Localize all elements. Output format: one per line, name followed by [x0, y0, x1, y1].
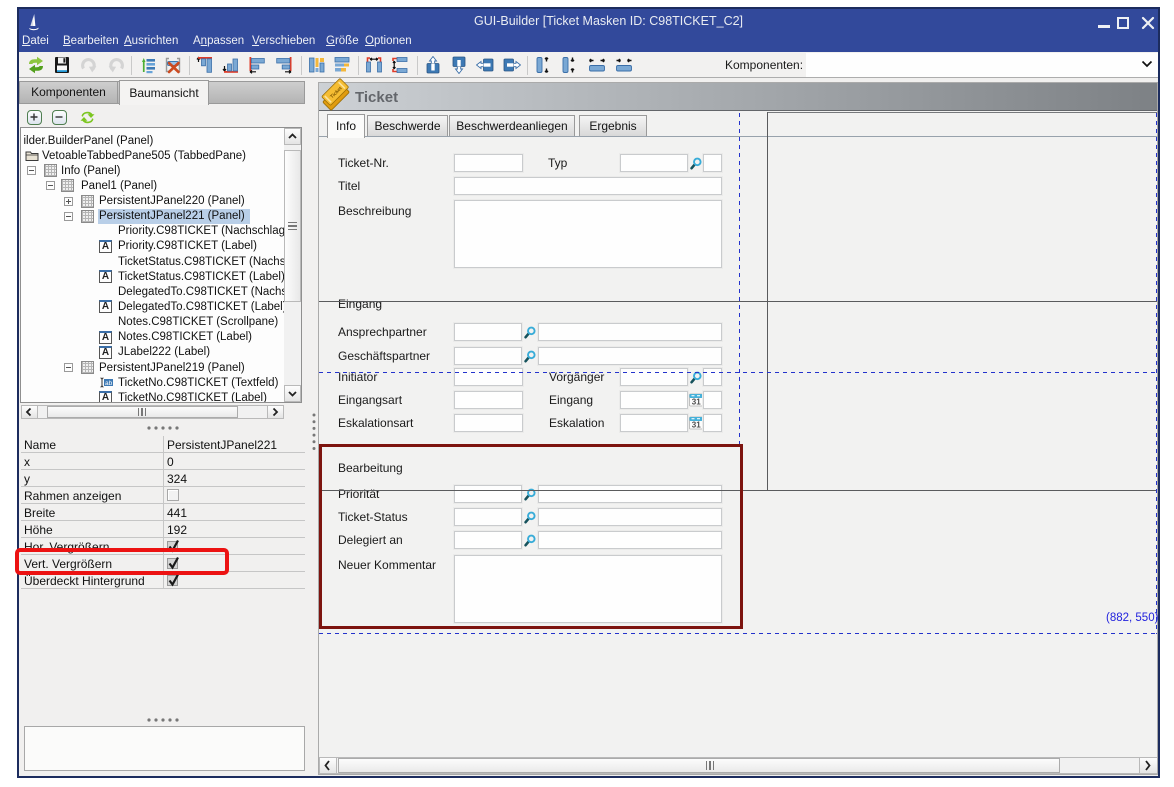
svg-text:31: 31 — [692, 398, 701, 407]
svg-text:ab: ab — [105, 380, 113, 387]
svg-text:31: 31 — [692, 421, 701, 430]
